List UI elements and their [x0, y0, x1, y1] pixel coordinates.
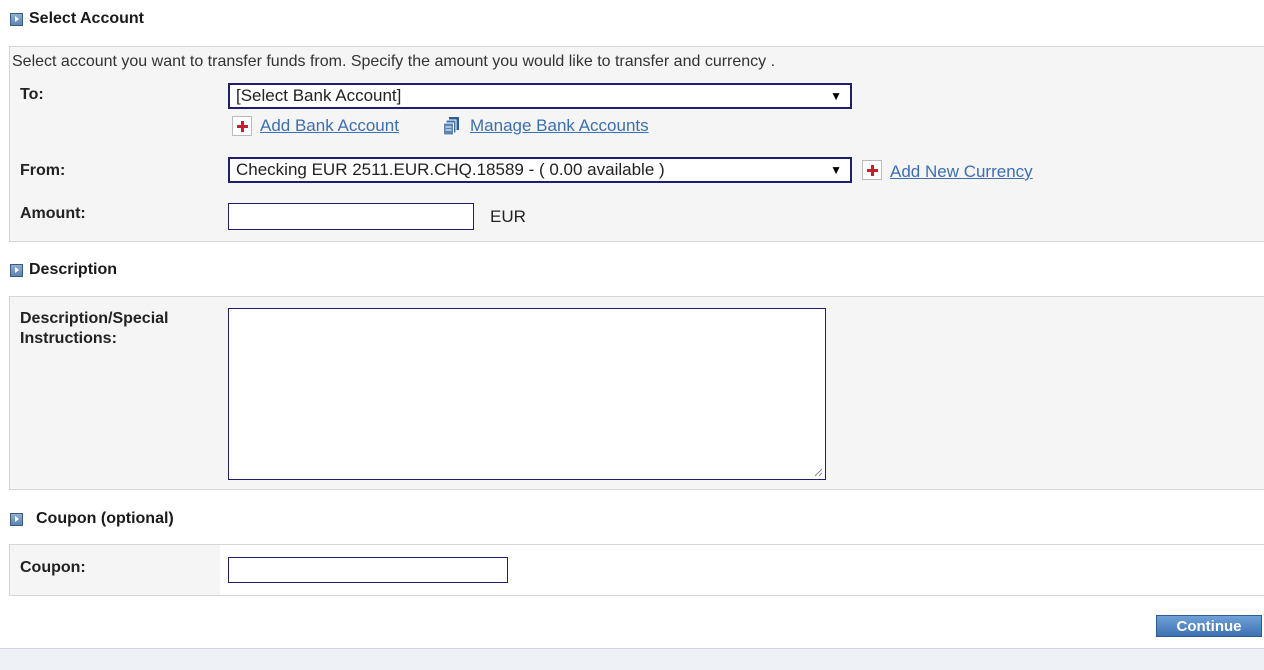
to-account-select[interactable]: [Select Bank Account] ▼	[228, 83, 852, 109]
coupon-input[interactable]	[228, 557, 508, 583]
plus-icon[interactable]	[232, 116, 252, 136]
section-header-description: Description	[10, 261, 117, 279]
section-arrow-icon	[10, 12, 23, 26]
to-account-value: [Select Bank Account]	[236, 86, 402, 105]
currency-label: EUR	[490, 207, 526, 226]
section-title: Select Account	[29, 10, 144, 27]
description-panel: Description/Special Instructions:	[9, 296, 1264, 490]
from-account-value: Checking EUR 2511.EUR.CHQ.18589 - ( 0.00…	[236, 160, 665, 179]
section-arrow-icon	[10, 263, 23, 277]
continue-button[interactable]: Continue	[1156, 615, 1262, 637]
section-title: Coupon (optional)	[36, 510, 174, 527]
section-header-select-account: Select Account	[10, 10, 144, 28]
coupon-label: Coupon:	[20, 559, 86, 576]
footer-bar	[0, 648, 1264, 670]
from-account-select[interactable]: Checking EUR 2511.EUR.CHQ.18589 - ( 0.00…	[228, 157, 852, 183]
chevron-down-icon: ▼	[830, 163, 842, 177]
add-new-currency-link[interactable]: Add New Currency	[890, 162, 1033, 182]
from-label: From:	[20, 162, 66, 179]
documents-icon[interactable]	[443, 116, 461, 136]
chevron-down-icon: ▼	[830, 89, 842, 103]
section-arrow-icon	[10, 512, 23, 526]
coupon-panel: Coupon:	[9, 544, 1264, 596]
instructions-text: Select account you want to transfer fund…	[12, 53, 776, 70]
select-account-panel: Select account you want to transfer fund…	[9, 46, 1264, 242]
description-label: Description/Special Instructions:	[20, 310, 169, 347]
section-header-coupon: Coupon (optional)	[10, 510, 174, 528]
description-textarea[interactable]	[228, 308, 826, 480]
plus-icon[interactable]	[862, 160, 882, 180]
amount-label: Amount:	[20, 205, 86, 222]
manage-bank-accounts-link[interactable]: Manage Bank Accounts	[470, 116, 649, 136]
section-title: Description	[29, 261, 118, 278]
resize-handle-icon[interactable]	[813, 467, 823, 477]
amount-input[interactable]	[228, 203, 474, 230]
add-bank-account-link[interactable]: Add Bank Account	[260, 116, 399, 136]
to-label: To:	[20, 86, 44, 103]
